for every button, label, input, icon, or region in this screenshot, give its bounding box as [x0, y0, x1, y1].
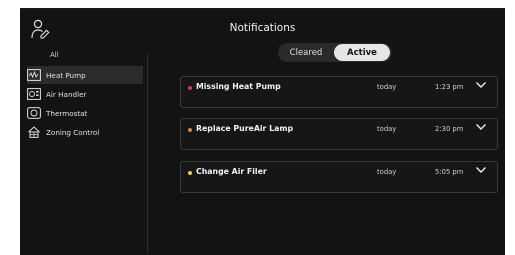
sidebar-item-label: Air Handler: [46, 89, 87, 99]
sidebar-item-zoning-control[interactable]: Zoning Control: [27, 123, 143, 141]
thermostat-icon: [27, 107, 41, 119]
sidebar-item-all[interactable]: All: [50, 51, 59, 59]
notification-title: Change Air Filer: [196, 167, 267, 176]
notification-title: Missing Heat Pump: [196, 82, 281, 91]
chevron-down-icon[interactable]: [475, 122, 487, 132]
heat-pump-icon: [27, 69, 41, 81]
sidebar-item-heat-pump[interactable]: Heat Pump: [27, 66, 143, 84]
active-tab[interactable]: Active: [334, 44, 390, 61]
chevron-down-icon[interactable]: [475, 80, 487, 90]
notification-time: 2:30 pm: [435, 125, 464, 133]
sidebar-item-thermostat[interactable]: Thermostat: [27, 104, 143, 122]
sidebar-item-label: Zoning Control: [46, 127, 100, 137]
notification-card[interactable]: Replace PureAir Lamp today 2:30 pm: [180, 118, 498, 150]
notification-day: today: [377, 168, 397, 176]
status-dot: [188, 86, 192, 90]
sidebar-item-label: Heat Pump: [46, 70, 86, 80]
sidebar-item-air-handler[interactable]: Air Handler: [27, 85, 143, 103]
air-handler-icon: [27, 88, 41, 100]
page-title: Notifications: [229, 22, 296, 34]
status-dot: [188, 171, 192, 175]
notification-card[interactable]: Change Air Filer today 5:05 pm: [180, 161, 498, 193]
notification-time: 5:05 pm: [435, 168, 464, 176]
status-dot: [188, 128, 192, 132]
cleared-active-toggle[interactable]: Cleared Active: [278, 43, 392, 62]
notifications-app: Notifications All Heat Pump Air Handler: [20, 10, 505, 255]
sidebar-item-label: Thermostat: [46, 108, 88, 118]
notification-time: 1:23 pm: [435, 83, 464, 91]
cleared-tab[interactable]: Cleared: [278, 44, 334, 61]
notification-card[interactable]: Missing Heat Pump today 1:23 pm: [180, 76, 498, 108]
zoning-control-icon: [27, 126, 41, 138]
sidebar-divider: [147, 54, 148, 254]
notification-day: today: [377, 125, 397, 133]
notification-day: today: [377, 83, 397, 91]
chevron-down-icon[interactable]: [475, 165, 487, 175]
notification-title: Replace PureAir Lamp: [196, 124, 294, 133]
